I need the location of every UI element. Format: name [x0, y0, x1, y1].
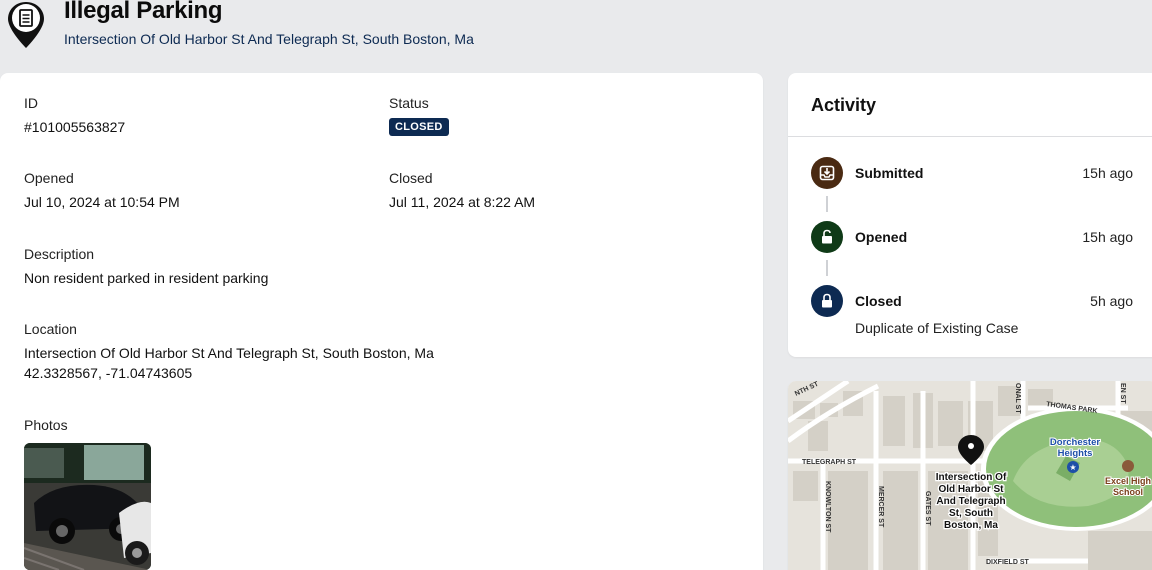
park-label-line: Dorchester — [1050, 437, 1100, 448]
street-label: EN ST — [1119, 383, 1126, 404]
street-label: TELEGRAPH ST — [802, 459, 857, 466]
description-field: Description Non resident parked in resid… — [24, 246, 268, 288]
inbox-icon — [811, 157, 843, 189]
closed-label: Closed — [389, 170, 433, 186]
status-field: Status CLOSED — [389, 95, 449, 136]
location-label: Location — [24, 321, 77, 337]
timeline-connector — [826, 260, 828, 276]
lock-icon — [811, 285, 843, 317]
activity-item-submitted: Submitted 15h ago — [811, 157, 1133, 189]
activity-item-opened: Opened 15h ago — [811, 221, 1133, 253]
school-label-line: School — [1113, 487, 1143, 497]
pin-label-line: Old Harbor St — [938, 484, 1004, 495]
pin-label-line: And Telegraph — [936, 496, 1005, 507]
pin-label-line: Boston, Ma — [944, 520, 998, 531]
svg-text:★: ★ — [1069, 463, 1076, 472]
activity-label: Closed — [855, 293, 902, 309]
activity-item-closed: Closed 5h ago — [811, 285, 1133, 317]
page-subtitle-address: Intersection Of Old Harbor St And Telegr… — [64, 31, 474, 47]
description-label: Description — [24, 246, 95, 262]
status-badge: CLOSED — [389, 118, 449, 136]
location-map[interactable]: ★ TELEGRAPH ST KNOWLTON ST MERCER ST GAT… — [788, 381, 1152, 570]
photos-label: Photos — [24, 417, 68, 433]
activity-time: 15h ago — [1082, 165, 1133, 181]
pin-label-line: St, South — [949, 508, 993, 519]
closed-value: Jul 11, 2024 at 8:22 AM — [389, 194, 536, 210]
closed-field: Closed Jul 11, 2024 at 8:22 AM — [389, 170, 535, 212]
status-label: Status — [389, 95, 429, 111]
activity-divider — [788, 136, 1152, 137]
street-label: ONAL ST — [1014, 383, 1021, 414]
opened-field: Opened Jul 10, 2024 at 10:54 PM — [24, 170, 180, 212]
closed-reason-note: Duplicate of Existing Case — [855, 320, 1019, 336]
location-address: Intersection Of Old Harbor St And Telegr… — [24, 345, 434, 361]
activity-time: 5h ago — [1090, 293, 1133, 309]
activity-title: Activity — [811, 95, 877, 115]
id-field: ID #101005563827 — [24, 95, 125, 137]
page-title: Illegal Parking — [64, 0, 223, 24]
parked-car-photo — [24, 443, 151, 570]
case-photo-thumbnail[interactable] — [24, 443, 151, 570]
street-label: MERCER ST — [877, 486, 884, 528]
opened-value: Jul 10, 2024 at 10:54 PM — [24, 194, 180, 210]
activity-card: Activity Submitted 15h ago Opened 15h ag… — [788, 73, 1152, 357]
street-label: KNOWLTON ST — [824, 481, 831, 533]
id-value: #101005563827 — [24, 119, 126, 135]
opened-label: Opened — [24, 170, 74, 186]
map-canvas[interactable]: ★ TELEGRAPH ST KNOWLTON ST MERCER ST GAT… — [788, 381, 1152, 570]
id-label: ID — [24, 95, 38, 111]
activity-time: 15h ago — [1082, 229, 1133, 245]
page-header: Illegal Parking Intersection Of Old Harb… — [0, 0, 1152, 60]
photos-field: Photos — [24, 417, 68, 439]
unlock-icon — [811, 221, 843, 253]
activity-label: Opened — [855, 229, 908, 245]
location-field: Location Intersection Of Old Harbor St A… — [24, 321, 434, 383]
case-details-card: ID #101005563827 Status CLOSED Opened Ju… — [0, 73, 763, 570]
pin-label-line: Intersection Of — [936, 472, 1007, 483]
activity-label: Submitted — [855, 165, 924, 181]
street-label: DIXFIELD ST — [986, 559, 1030, 566]
school-label-line: Excel High — [1105, 476, 1151, 486]
timeline-connector — [826, 196, 828, 212]
description-value: Non resident parked in resident parking — [24, 270, 269, 286]
street-label: GATES ST — [924, 491, 931, 526]
park-label-line: Heights — [1058, 448, 1093, 459]
document-pin-icon — [8, 2, 44, 48]
location-coordinates: 42.3328567, -71.04743605 — [24, 365, 193, 381]
